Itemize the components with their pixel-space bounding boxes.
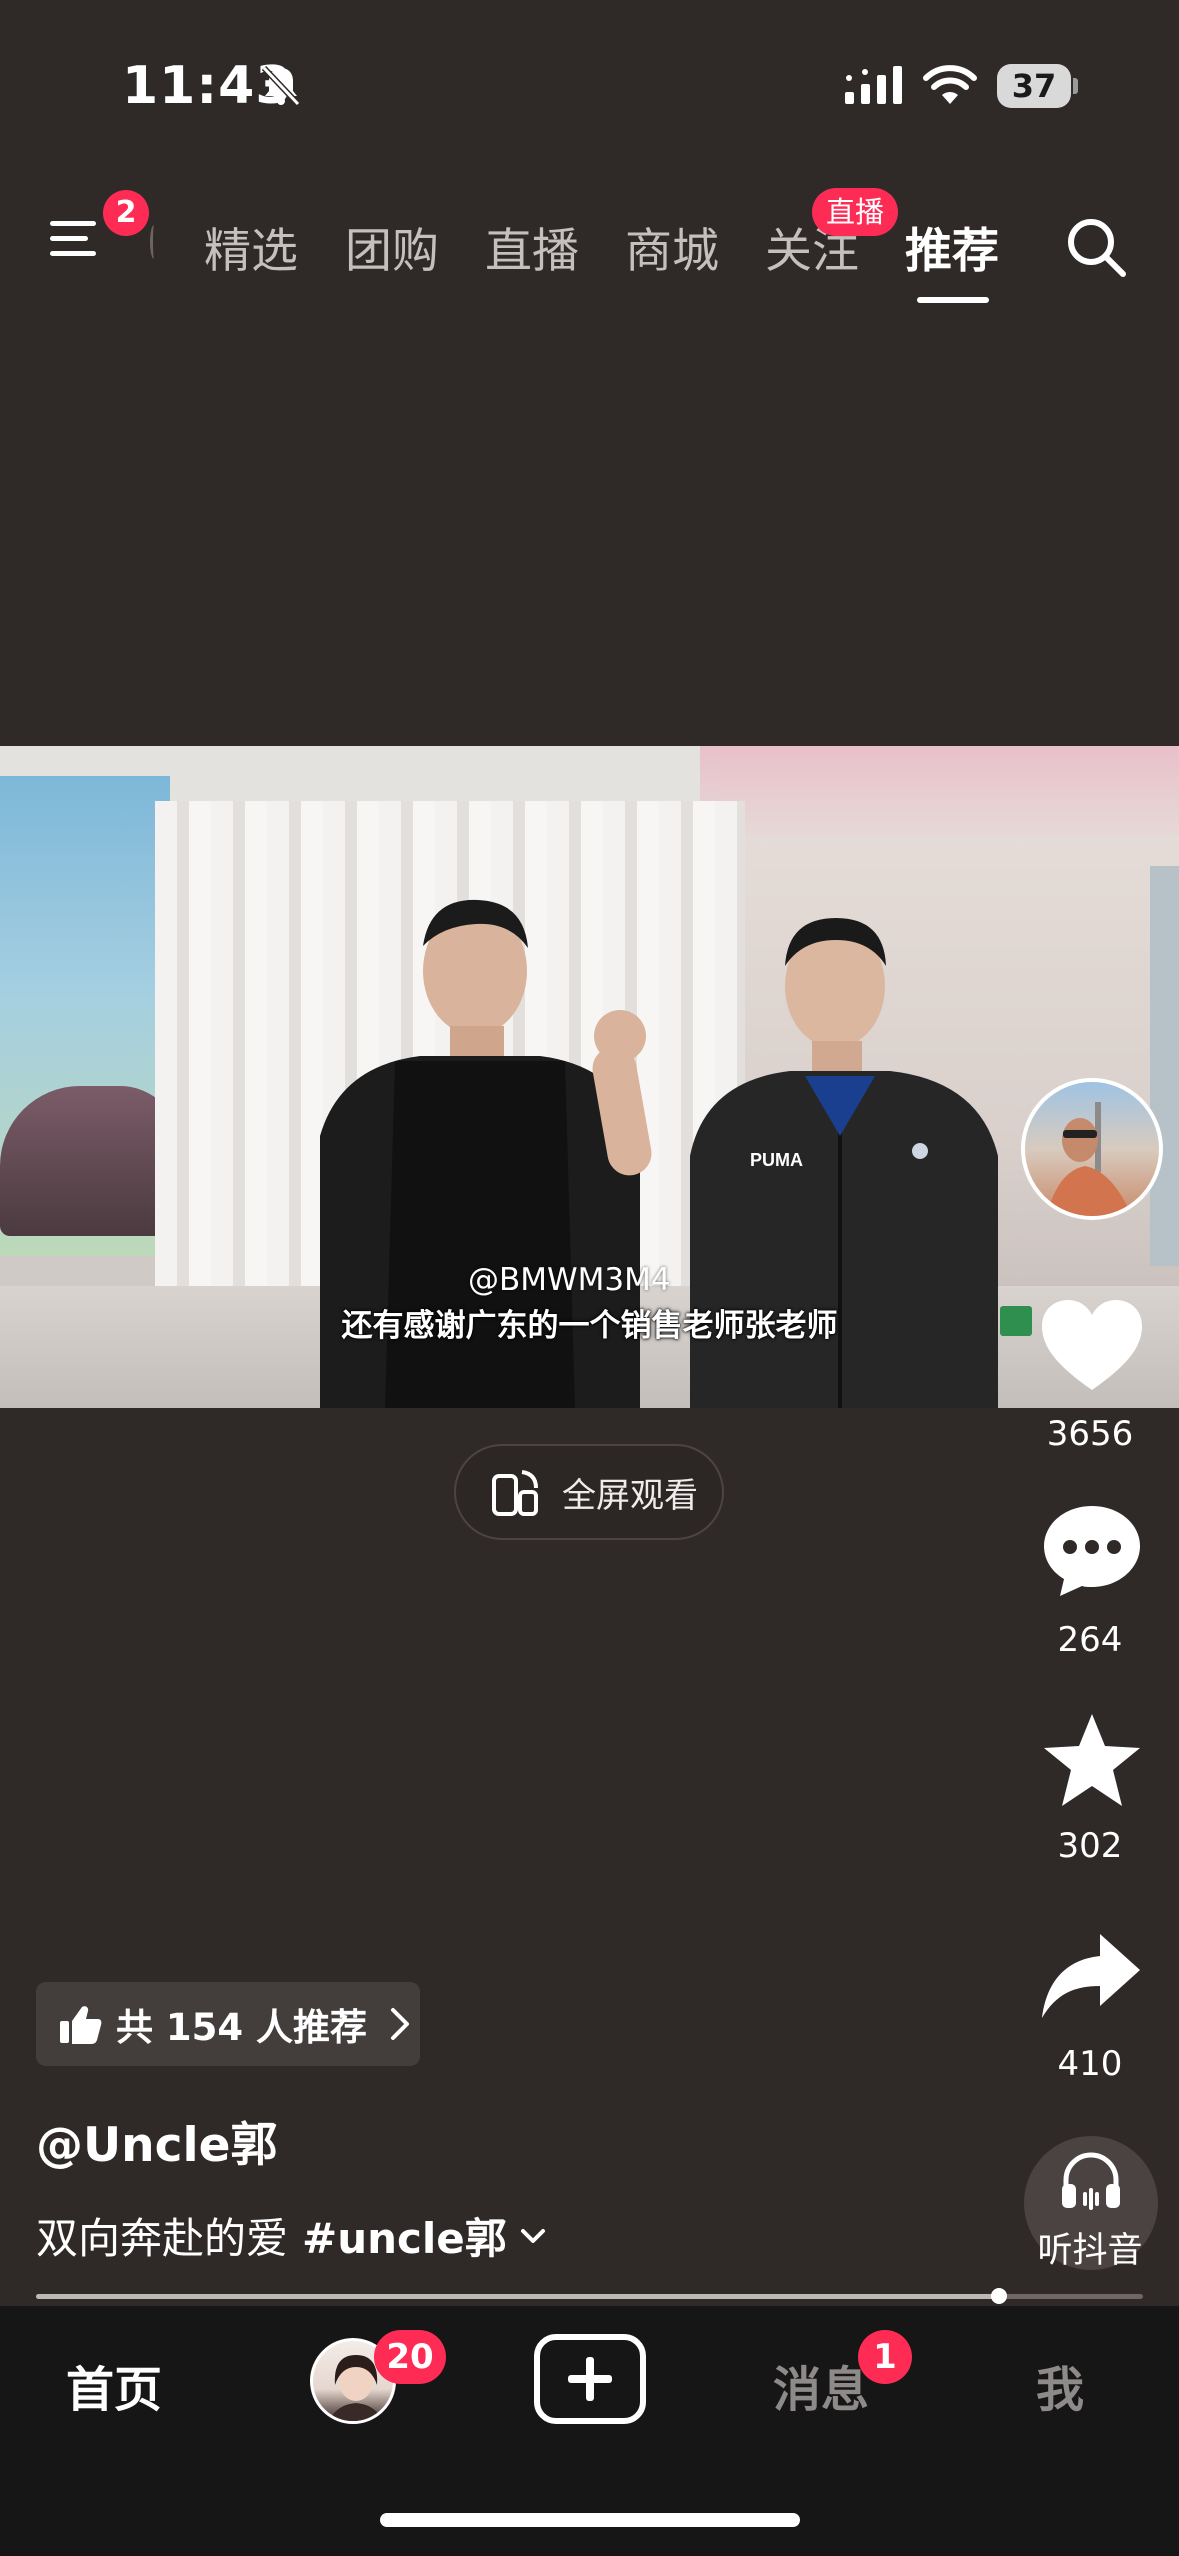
comment-count: 264 bbox=[1057, 1620, 1123, 1660]
progress-knob[interactable] bbox=[991, 2288, 1008, 2304]
home-indicator bbox=[380, 2513, 800, 2527]
wifi-icon bbox=[923, 65, 977, 104]
fullscreen-label: 全屏观看 bbox=[562, 1475, 698, 1516]
hashtag-link[interactable]: #uncle郭 bbox=[302, 2205, 507, 2266]
recommend-label: 共 154 人推荐 bbox=[116, 2006, 367, 2049]
search-icon[interactable] bbox=[1063, 214, 1129, 280]
tab-live[interactable]: 直播 bbox=[485, 212, 579, 281]
like-count: 3656 bbox=[1046, 1414, 1134, 1454]
video-light bbox=[700, 746, 1179, 836]
listen-label: 听抖音 bbox=[1037, 2231, 1143, 2271]
tab-recommended[interactable]: 推荐 bbox=[905, 212, 999, 281]
signal-icon bbox=[845, 66, 902, 104]
comment-icon[interactable] bbox=[1038, 1500, 1146, 1600]
live-badge: 直播 bbox=[812, 188, 899, 236]
recommend-chip[interactable]: 共 154 人推荐 bbox=[36, 1982, 420, 2066]
tab-me[interactable]: 我 bbox=[1036, 2350, 1084, 2420]
tab-messages[interactable]: 消息 bbox=[773, 2350, 869, 2420]
caption-text: 双向奔赴的爱 bbox=[36, 2214, 289, 2263]
tab-group-buy[interactable]: 团购 bbox=[345, 212, 439, 281]
tab-mall[interactable]: 商城 bbox=[625, 212, 719, 281]
messages-badge: 1 bbox=[858, 2330, 912, 2384]
create-button[interactable] bbox=[534, 2334, 646, 2424]
video-door bbox=[1150, 866, 1179, 1266]
headphones-icon bbox=[1062, 2152, 1120, 2210]
battery-cap bbox=[1073, 78, 1078, 94]
progress-fill bbox=[36, 2294, 1000, 2299]
tab-home[interactable]: 首页 bbox=[66, 2350, 162, 2420]
share-count: 410 bbox=[1057, 2044, 1123, 2084]
svg-text:PUMA: PUMA bbox=[750, 1150, 803, 1170]
chevron-down-icon[interactable] bbox=[519, 2225, 547, 2247]
active-tab-underline bbox=[917, 297, 989, 303]
nav-scroll-fragment bbox=[150, 225, 158, 259]
share-icon[interactable] bbox=[1038, 1928, 1146, 2028]
fullscreen-button[interactable]: 全屏观看 bbox=[454, 1444, 724, 1540]
post-caption[interactable]: 双向奔赴的爱 #uncle郭 bbox=[36, 2205, 547, 2266]
author-avatar[interactable] bbox=[1021, 1078, 1163, 1220]
author-name[interactable]: @Uncle郭 bbox=[36, 2106, 277, 2175]
video-subtitle: 还有感谢广东的一个销售老师张老师 bbox=[341, 1308, 838, 1344]
menu-icon[interactable] bbox=[50, 215, 106, 261]
tab-featured[interactable]: 精选 bbox=[204, 212, 298, 281]
video-watermark: @BMWM3M4 bbox=[468, 1262, 671, 1298]
video-car bbox=[0, 1086, 180, 1236]
menu-badge: 2 bbox=[103, 190, 149, 236]
battery-indicator: 37 bbox=[997, 64, 1078, 108]
plus-icon bbox=[568, 2357, 612, 2401]
friend-badge: 20 bbox=[374, 2330, 446, 2384]
battery-level: 37 bbox=[997, 64, 1071, 108]
favorite-count: 302 bbox=[1057, 1826, 1123, 1866]
bell-slash-icon bbox=[261, 65, 301, 107]
star-icon[interactable] bbox=[1038, 1710, 1146, 1810]
chevron-right-icon bbox=[391, 2008, 409, 2040]
thumbs-up-icon bbox=[60, 2006, 102, 2044]
rotate-screen-icon bbox=[492, 1470, 538, 1516]
heart-icon[interactable] bbox=[1038, 1296, 1146, 1396]
